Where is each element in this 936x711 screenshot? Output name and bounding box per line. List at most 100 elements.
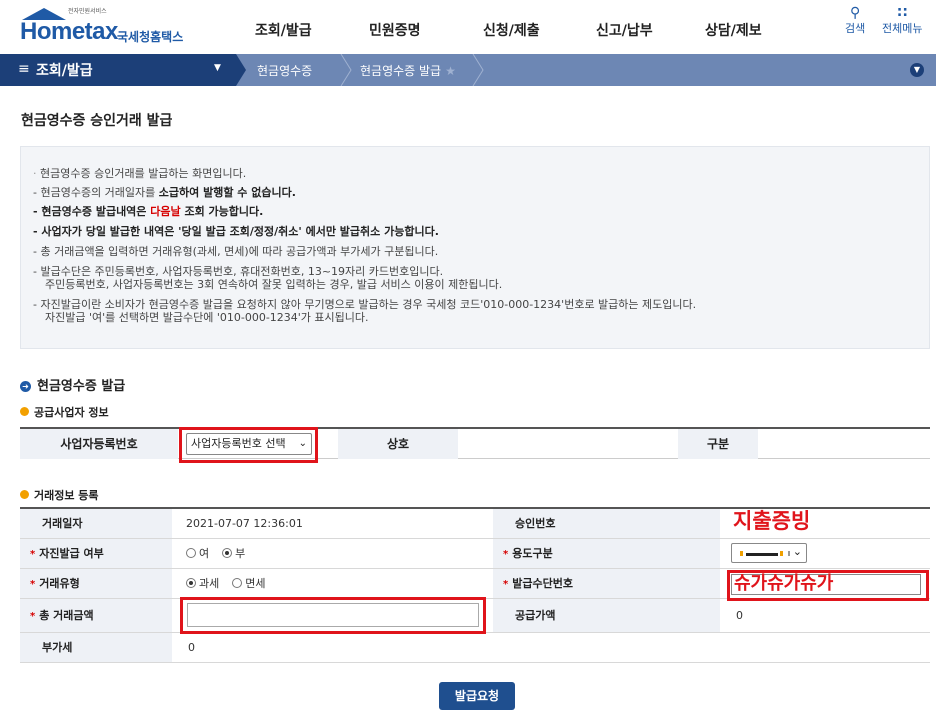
breadcrumb-cash-receipt[interactable]: 현금영수증 — [257, 62, 312, 79]
notice-text: 현금영수증 승인거래를 발급하는 화면입니다. — [40, 167, 247, 180]
notice-bold: - 사업자가 당일 발급한 내역은 '당일 발급 조회/정정/취소' 에서만 발… — [33, 225, 439, 238]
transaction-subtitle: 거래정보 등록 — [20, 487, 99, 503]
total-amount-label: * 총 거래금액 — [20, 599, 172, 632]
vat-value: 0 — [188, 641, 195, 654]
self-issue-yes-radio[interactable] — [186, 548, 196, 558]
caret-down-icon: ▼ — [214, 63, 221, 73]
page-title: 현금영수증 승인거래 발급 — [21, 113, 173, 129]
hamburger-icon: ≡ — [18, 61, 30, 77]
self-issue-options: 여 부 — [186, 539, 245, 568]
trade-type-options: 과세 면세 — [186, 569, 266, 598]
star-icon[interactable]: ★ — [445, 64, 456, 78]
nav-main-dropdown[interactable]: ≡ 조회/발급 ▼ — [0, 54, 236, 86]
biz-no-label: 사업자등록번호 — [20, 429, 178, 459]
notice-bold: - 현금영수증 발급내역은 — [33, 205, 151, 218]
issue-means-input[interactable]: 슈가슈가슈가 — [731, 573, 921, 595]
notice-line: · 현금영수증 승인거래를 발급하는 화면입니다. — [33, 167, 247, 180]
section-title: ➜ 현금영수증 발급 — [20, 375, 125, 394]
location-bar: ≡ 조회/발급 ▼ 현금영수증 현금영수증 발급 ★ ▼ — [0, 54, 936, 86]
chevron-right-icon — [236, 54, 246, 86]
arrow-circle-icon: ➜ — [20, 381, 31, 392]
gnb-item-inquiry[interactable]: 조회/발급 — [255, 20, 312, 40]
notice-line: - 현금영수증의 거래일자를 소급하여 발행할 수 없습니다. — [33, 184, 296, 200]
approval-no-label: 승인번호 — [493, 509, 720, 538]
transaction-subtitle-text: 거래정보 등록 — [34, 489, 99, 502]
hometax-logo[interactable]: 전자민원서비스 Hometax 국세청홈택스 — [20, 6, 200, 46]
breadcrumb-issue[interactable]: 현금영수증 발급 ★ — [360, 62, 456, 79]
taxable-radio[interactable] — [186, 578, 196, 588]
required-mark: * — [30, 611, 36, 622]
logo-agency: 국세청홈택스 — [117, 30, 184, 44]
trade-type-label: * 거래유형 — [20, 569, 172, 598]
self-issue-yes-label: 여 — [199, 547, 210, 560]
gnb-item-report[interactable]: 신고/납부 — [596, 20, 653, 40]
notice-red: 다음날 — [150, 205, 181, 218]
issue-means-label: * 발급수단번호 — [493, 569, 720, 598]
required-mark: * — [30, 549, 36, 560]
notice-bold: 소급하여 발행할 수 없습니다. — [158, 186, 296, 199]
notice-line: - 총 거래금액을 입력하면 거래유형(과세, 면세)에 따라 공급가액과 부가… — [33, 245, 439, 258]
notice-line: - 현금영수증 발급내역은 다음날 조회 가능합니다. — [33, 203, 263, 219]
nav-main-label: 조회/발급 — [36, 63, 93, 79]
self-issue-label: * 자진발급 여부 — [20, 539, 172, 568]
company-name-label: 상호 — [338, 429, 458, 459]
logo-tagline: 전자민원서비스 — [68, 8, 107, 15]
gnb-item-consult[interactable]: 상담/제보 — [705, 20, 762, 40]
company-name-value — [458, 429, 678, 459]
gnb-item-certificate[interactable]: 민원증명 — [369, 20, 421, 40]
issue-request-button[interactable]: 발급요청 — [439, 682, 515, 710]
self-issue-no-radio[interactable] — [222, 548, 233, 558]
search-button[interactable]: ⚲ 검색 — [845, 6, 865, 36]
expand-circle-icon[interactable]: ▼ — [910, 63, 924, 77]
category-label: 구분 — [678, 429, 758, 459]
supplier-table: 사업자등록번호 상호 구분 — [20, 427, 930, 459]
self-issue-no-label: 부 — [235, 547, 246, 560]
tax-free-radio[interactable] — [232, 578, 243, 588]
notice-bold: 조회 가능합니다. — [180, 205, 264, 218]
logo-wordmark: Hometax — [20, 18, 118, 45]
required-mark: * — [503, 549, 509, 560]
caret-down-icon: ⌄ — [298, 438, 307, 449]
usage-label-text: 용도구분 — [512, 547, 553, 560]
usage-label: * 용도구분 — [493, 539, 720, 568]
redacted-mark — [740, 551, 743, 556]
all-menu-label: 전체메뉴 — [882, 22, 923, 35]
biz-no-select-value: 사업자등록번호 선택 — [191, 437, 286, 450]
trade-type-label-text: 거래유형 — [39, 577, 80, 590]
redacted-mark — [788, 551, 790, 556]
all-menu-button[interactable]: ∷ 전체메뉴 — [882, 6, 922, 36]
grid-menu-icon: ∷ — [897, 5, 908, 21]
required-mark: * — [30, 579, 36, 590]
chevron-right-icon — [340, 54, 352, 86]
trade-date-label: 거래일자 — [20, 509, 172, 538]
supplier-subtitle: 공급사업자 정보 — [20, 404, 109, 420]
caret-down-icon: ⌄ — [792, 545, 802, 558]
notice-line: 주민등록번호, 사업자등록번호는 3회 연속하여 잘못 입력하는 경우, 발급 … — [45, 278, 503, 291]
section-title-text: 현금영수증 발급 — [37, 379, 126, 394]
breadcrumb-issue-label: 현금영수증 발급 — [360, 64, 442, 78]
notice-line: - 사업자가 당일 발급한 내역은 '당일 발급 조회/정정/취소' 에서만 발… — [33, 223, 439, 239]
usage-select[interactable]: ⌄ — [731, 543, 807, 563]
trade-date-value: 2021-07-07 12:36:01 — [186, 517, 303, 530]
taxable-label: 과세 — [199, 577, 220, 590]
issue-means-label-text: 발급수단번호 — [512, 577, 573, 590]
table-row: 부가세 0 — [20, 633, 930, 663]
notice-box: · 현금영수증 승인거래를 발급하는 화면입니다. - 현금영수증의 거래일자를… — [20, 146, 930, 349]
redacted-mark — [746, 553, 778, 556]
gnb-item-application[interactable]: 신청/제출 — [483, 20, 540, 40]
supply-amount-label: 공급가액 — [493, 599, 720, 632]
notice-text: - 현금영수증의 거래일자를 — [33, 186, 159, 199]
self-issue-label-text: 자진발급 여부 — [39, 547, 104, 560]
expense-proof-annotation: 지출증빙 — [733, 509, 811, 533]
required-mark: * — [503, 579, 509, 590]
search-icon: ⚲ — [849, 5, 861, 21]
biz-no-select[interactable]: 사업자등록번호 선택 ⌄ — [186, 433, 312, 455]
total-amount-input[interactable] — [187, 603, 479, 627]
chevron-right-icon — [472, 54, 484, 86]
category-value — [758, 429, 930, 459]
notice-line: 자진발급 '여'를 선택하면 발급수단에 '010-000-1234'가 표시됩… — [45, 311, 369, 324]
bullet-icon — [20, 490, 29, 499]
supplier-subtitle-text: 공급사업자 정보 — [34, 406, 109, 419]
issue-means-annotation: 슈가슈가슈가 — [734, 573, 834, 594]
vat-label: 부가세 — [20, 633, 172, 662]
